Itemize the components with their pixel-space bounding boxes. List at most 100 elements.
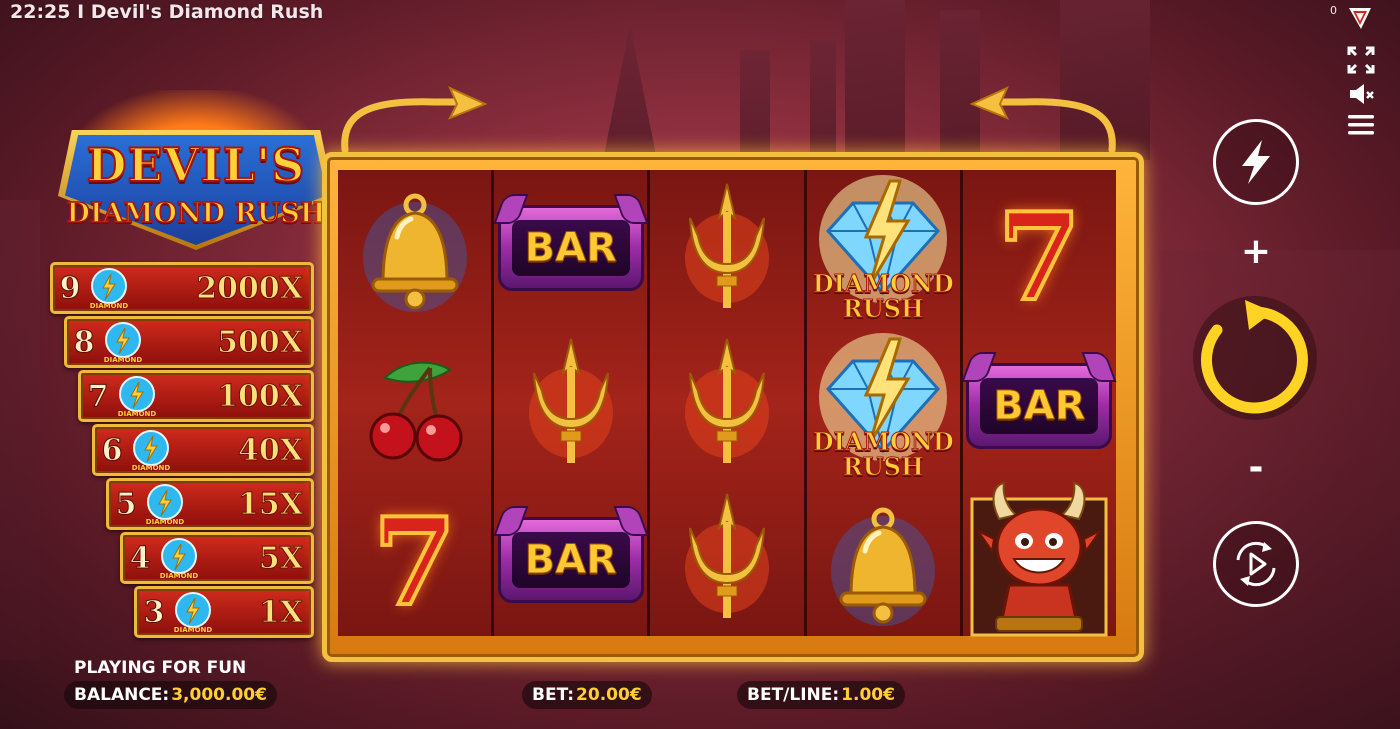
spin-button[interactable] [1193, 296, 1317, 420]
symbol-bar: BAR [493, 482, 649, 637]
autoplay-icon [1236, 541, 1276, 587]
symbol-diamond-rush: DIAMOND RUSH [807, 328, 960, 483]
paytable-row: 4 DIAMOND 5X [120, 532, 314, 584]
paytable-row: 3 DIAMOND 1X [134, 586, 314, 638]
symbol-trident [494, 325, 647, 480]
bar-text: BAR [980, 377, 1099, 434]
autoplay-button[interactable] [1213, 521, 1299, 607]
bet-display[interactable]: BET: 20.00€ [522, 681, 652, 709]
reel-grid: 7 BAR BAR DIAMOND RUSH DIAMOND RUSH 7 BA… [338, 170, 1117, 637]
paytable-row: 8 DIAMOND 500X [64, 316, 314, 368]
seven-icon: 7 [996, 186, 1083, 328]
symbol-trident [650, 170, 803, 325]
reel-1: 7 [338, 170, 495, 636]
bar-text: BAR [511, 219, 630, 276]
devil-tail-arrow-right [969, 86, 1116, 154]
background-spire [0, 200, 40, 660]
bar-icon: BAR [493, 193, 649, 291]
paytable-count: 7 [87, 378, 109, 414]
paytable-row: 7 DIAMOND 100X [78, 370, 314, 422]
paytable-multiplier: 5X [258, 540, 303, 576]
symbol-bell [807, 488, 960, 643]
devil-tail-arrow-left [341, 86, 488, 154]
diamond-rush-line2: RUSH [842, 451, 924, 481]
bar-icon: BAR [493, 505, 649, 603]
paytable-multiplier: 500X [217, 324, 304, 360]
diamond-gem-icon: DIAMOND [157, 536, 201, 580]
diamond-gem-icon: DIAMOND [171, 590, 215, 634]
balance-label: BALANCE: [74, 685, 170, 705]
symbol-trident [650, 480, 803, 635]
game-logo: DEVIL'S DIAMOND RUSH [40, 90, 340, 260]
bell-icon [362, 193, 467, 312]
paytable-multiplier: 40X [237, 432, 303, 468]
svg-text:DIAMOND: DIAMOND [174, 626, 213, 634]
bet-increase-button[interactable]: + [1236, 232, 1276, 272]
logo-subtitle: DIAMOND RUSH [66, 197, 326, 230]
symbol-devil [963, 475, 1116, 643]
paytable-row: 9 DIAMOND 2000X [50, 262, 314, 314]
diamond-gem-icon: DIAMOND [101, 320, 145, 364]
paytable-count: 8 [73, 324, 95, 360]
bet-decrease-button[interactable]: - [1236, 448, 1276, 488]
symbol-bar: BAR [961, 328, 1117, 483]
trident-icon [528, 338, 613, 463]
background-spire [845, 0, 905, 160]
sound-muted-icon[interactable] [1346, 79, 1376, 109]
paytable-count: 9 [59, 270, 81, 306]
seven-icon: 7 [371, 491, 458, 633]
trident-icon [685, 493, 769, 618]
diamond-gem-icon: DIAMOND [143, 482, 187, 526]
bet-label: BET: [532, 685, 575, 705]
turbo-button[interactable] [1213, 119, 1299, 205]
fullscreen-icon[interactable] [1346, 45, 1376, 75]
menu-icon[interactable] [1346, 110, 1376, 140]
trident-icon [685, 338, 769, 463]
lightning-icon [1242, 140, 1270, 184]
symbol-diamond-rush: DIAMOND RUSH [807, 170, 960, 325]
window-title: 22:25 I Devil's Diamond Rush [10, 1, 324, 23]
symbol-cherry [338, 330, 491, 485]
diamond-gem-icon: DIAMOND [87, 266, 131, 310]
paytable-count: 4 [129, 540, 151, 576]
svg-text:DIAMOND: DIAMOND [104, 356, 143, 364]
reel-3 [650, 170, 807, 636]
symbol-seven: 7 [963, 180, 1116, 335]
provider-logo-icon [1347, 5, 1373, 31]
logo-title: DEVIL'S [86, 137, 306, 193]
paytable-row: 5 DIAMOND 15X [106, 478, 314, 530]
reel-2: BAR BAR [493, 170, 651, 637]
bet-per-line-value: 1.00€ [841, 685, 895, 705]
background-spire [810, 40, 836, 170]
paytable-count: 5 [115, 486, 137, 522]
paytable-multiplier: 15X [237, 486, 303, 522]
diamond-gem-icon: DIAMOND [115, 374, 159, 418]
balance-display: BALANCE: 3,000.00€ [64, 681, 277, 709]
cherry-icon [369, 361, 463, 461]
paytable-count: 6 [101, 432, 123, 468]
bar-icon: BAR [961, 351, 1117, 449]
svg-text:DIAMOND: DIAMOND [90, 302, 129, 310]
paytable-multiplier: 1X [258, 594, 303, 630]
svg-text:DIAMOND: DIAMOND [160, 572, 199, 580]
play-mode-label: PLAYING FOR FUN [74, 658, 247, 678]
paytable-count: 3 [143, 594, 165, 630]
bell-icon [831, 507, 936, 626]
svg-text:DIAMOND: DIAMOND [132, 464, 171, 472]
spin-icon [1201, 300, 1308, 414]
devil-icon [970, 481, 1108, 637]
corner-counter: 0 [1330, 4, 1337, 17]
symbol-bar: BAR [493, 170, 649, 325]
bet-value: 20.00€ [576, 685, 642, 705]
reel-4: DIAMOND RUSH DIAMOND RUSH [806, 170, 963, 636]
trident-icon [685, 183, 769, 308]
paytable-multiplier: 2000X [196, 270, 304, 306]
svg-text:DIAMOND: DIAMOND [146, 518, 185, 526]
bet-per-line-display: BET/LINE: 1.00€ [737, 681, 905, 709]
reel-5: 7 BAR [961, 170, 1117, 637]
paytable-row: 6 DIAMOND 40X [92, 424, 314, 476]
bar-text: BAR [511, 531, 630, 588]
diamond-rush-line2: RUSH [842, 293, 924, 323]
bet-per-line-label: BET/LINE: [747, 685, 840, 705]
symbol-trident [650, 325, 803, 480]
